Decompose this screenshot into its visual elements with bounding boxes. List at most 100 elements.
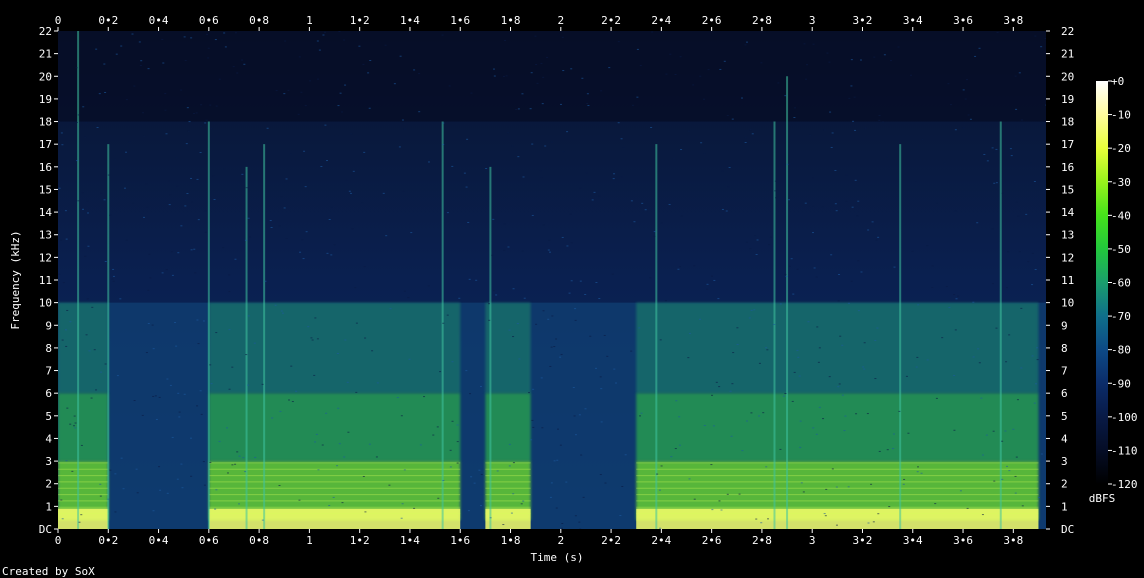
noise-speckle [831, 468, 834, 470]
noise-speckle [261, 383, 264, 385]
noise-speckle [204, 122, 207, 124]
y-tick-label-left: 9 [45, 319, 52, 332]
noise-speckle [196, 319, 199, 321]
x-tick-label-bottom: 0•8 [249, 534, 269, 547]
segment-low [636, 393, 1039, 462]
noise-speckle [991, 147, 994, 149]
noise-speckle [146, 206, 149, 208]
noise-speckle [916, 471, 919, 473]
y-tick-label-right: 2 [1061, 478, 1068, 491]
noise-speckle [551, 315, 554, 317]
noise-speckle [1017, 215, 1020, 217]
noise-speckle [529, 108, 532, 110]
noise-speckle [74, 422, 77, 424]
noise-speckle [200, 125, 203, 127]
noise-speckle [190, 177, 193, 179]
noise-speckle [350, 133, 353, 135]
noise-speckle [604, 482, 607, 484]
noise-speckle [403, 290, 406, 292]
noise-speckle [896, 163, 899, 165]
noise-speckle [181, 487, 184, 489]
noise-speckle [340, 111, 343, 113]
noise-speckle [330, 254, 333, 256]
noise-speckle [148, 253, 151, 255]
noise-speckle [816, 326, 819, 328]
noise-speckle [249, 236, 252, 238]
noise-speckle [595, 281, 598, 283]
noise-speckle [427, 285, 430, 287]
noise-speckle [446, 314, 449, 316]
x-tick-label-bottom: 0 [55, 534, 62, 547]
noise-speckle [346, 381, 349, 383]
noise-speckle [703, 153, 706, 155]
noise-speckle [751, 133, 754, 135]
noise-speckle [111, 278, 114, 280]
colorbar-tick-label: -90 [1111, 377, 1131, 390]
y-tick-label-left: DC [39, 523, 52, 536]
noise-speckle [797, 356, 800, 358]
segment-mid [485, 302, 531, 394]
noise-speckle [542, 224, 545, 226]
noise-speckle [926, 359, 929, 361]
noise-speckle [231, 366, 234, 368]
noise-speckle [910, 74, 913, 76]
noise-speckle [730, 435, 733, 437]
noise-speckle [159, 489, 162, 491]
noise-speckle [570, 68, 573, 70]
noise-speckle [303, 150, 306, 152]
noise-speckle [475, 279, 478, 281]
noise-speckle [278, 225, 281, 227]
noise-speckle [64, 329, 67, 331]
noise-speckle [953, 375, 956, 377]
noise-speckle [439, 371, 442, 373]
noise-speckle [1020, 367, 1023, 369]
noise-speckle [784, 273, 787, 275]
x-tick-label-bottom: 2•4 [651, 534, 671, 547]
noise-speckle [95, 48, 98, 50]
noise-speckle [608, 67, 611, 69]
y-tick-label-right: 1 [1061, 500, 1068, 513]
noise-speckle [93, 349, 96, 351]
noise-speckle [86, 200, 89, 202]
noise-speckle [223, 168, 226, 170]
noise-speckle [568, 292, 571, 294]
noise-speckle [550, 141, 553, 143]
noise-speckle [226, 472, 229, 474]
noise-speckle [133, 85, 136, 87]
noise-speckle [512, 493, 515, 495]
noise-speckle [873, 56, 876, 58]
noise-speckle [878, 119, 881, 121]
noise-speckle [508, 329, 511, 331]
noise-speckle [161, 38, 164, 40]
noise-speckle [408, 358, 411, 360]
noise-speckle [402, 190, 405, 192]
noise-speckle [456, 462, 459, 464]
noise-speckle [467, 221, 470, 223]
noise-speckle [802, 491, 805, 493]
noise-speckle [226, 427, 229, 429]
noise-speckle [530, 439, 533, 441]
noise-speckle [536, 82, 539, 84]
y-tick-label-left: 17 [39, 138, 52, 151]
noise-speckle [799, 446, 802, 448]
noise-speckle [599, 376, 602, 378]
noise-speckle [664, 300, 667, 302]
noise-speckle [333, 244, 336, 246]
noise-speckle [959, 490, 962, 492]
noise-speckle [308, 80, 311, 82]
noise-speckle [848, 97, 851, 99]
noise-speckle [803, 43, 806, 45]
noise-speckle [793, 117, 796, 119]
noise-speckle [707, 69, 710, 71]
noise-speckle [830, 146, 833, 148]
noise-speckle [77, 114, 80, 116]
noise-speckle [193, 112, 196, 114]
noise-speckle [624, 454, 627, 456]
noise-speckle [599, 474, 602, 476]
noise-speckle [186, 193, 189, 195]
noise-speckle [100, 371, 103, 373]
noise-speckle [279, 410, 282, 412]
noise-speckle [931, 286, 934, 288]
noise-speckle [920, 472, 923, 474]
noise-speckle [446, 212, 449, 214]
